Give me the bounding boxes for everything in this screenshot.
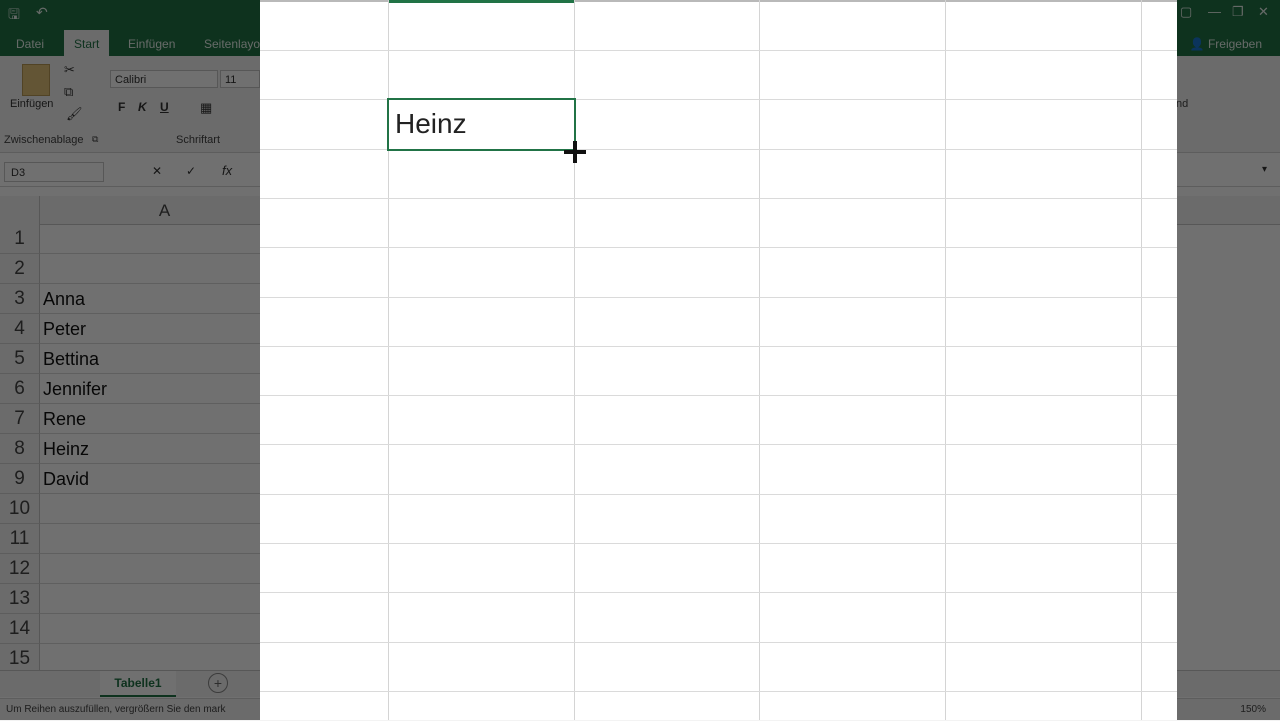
row-header[interactable]: 6	[0, 374, 40, 404]
zoom-row-line	[260, 494, 1177, 495]
zoom-row-line	[260, 346, 1177, 347]
cut-icon[interactable]: ✂	[64, 62, 75, 78]
zoom-row-line	[260, 543, 1177, 544]
user-icon: 👤	[1189, 37, 1205, 51]
ribbon-right-label: nd	[1176, 98, 1189, 110]
cell-a[interactable]: Bettina	[40, 344, 260, 374]
zoom-magnifier-panel: Heinz	[260, 0, 1177, 720]
share-label: Freigeben	[1207, 37, 1262, 51]
row-header[interactable]: 4	[0, 314, 40, 344]
cell-a[interactable]: Rene	[40, 404, 260, 434]
clipboard-icon	[22, 64, 50, 96]
row-header[interactable]: 1	[0, 224, 40, 254]
clipboard-group-label: Zwischenablage	[4, 134, 84, 146]
ribbon-display-icon[interactable]: ▢	[1180, 4, 1192, 20]
cell-a[interactable]: Peter	[40, 314, 260, 344]
cell-a[interactable]	[40, 584, 260, 614]
italic-button[interactable]: K	[138, 100, 147, 114]
cancel-entry-icon[interactable]: ✕	[152, 164, 162, 178]
cell-a[interactable]: Heinz	[40, 434, 260, 464]
zoom-column-selection-marker	[388, 0, 575, 3]
row-header[interactable]: 5	[0, 344, 40, 374]
row-header[interactable]: 11	[0, 524, 40, 554]
row-header[interactable]: 10	[0, 494, 40, 524]
zoom-row-line	[260, 592, 1177, 593]
cell-a[interactable]: David	[40, 464, 260, 494]
confirm-entry-icon[interactable]: ✓	[186, 164, 196, 178]
cell-a[interactable]	[40, 224, 260, 254]
select-all-corner[interactable]	[0, 196, 40, 224]
borders-icon[interactable]: ▦	[200, 100, 212, 116]
add-sheet-icon[interactable]: +	[208, 673, 228, 693]
minimize-icon[interactable]: —	[1208, 4, 1221, 19]
cell-a[interactable]	[40, 254, 260, 284]
zoom-row-line	[260, 247, 1177, 248]
row-header[interactable]: 8	[0, 434, 40, 464]
row-header[interactable]: 7	[0, 404, 40, 434]
row-header[interactable]: 12	[0, 554, 40, 584]
zoom-row-line	[260, 444, 1177, 445]
cell-a[interactable]	[40, 524, 260, 554]
sheet-tab[interactable]: Tabelle1	[100, 671, 176, 697]
zoom-row-line	[260, 395, 1177, 396]
column-header-a[interactable]: A	[40, 196, 290, 224]
tab-home[interactable]: Start	[64, 30, 110, 56]
save-icon[interactable]: 🖫	[8, 4, 20, 28]
format-painter-icon[interactable]: 🖌	[66, 106, 83, 122]
fill-handle-cursor-icon	[564, 141, 586, 163]
row-header[interactable]: 9	[0, 464, 40, 494]
font-size-select[interactable]: 11	[220, 70, 260, 88]
tab-page-layout[interactable]: Seitenlayo	[194, 30, 270, 56]
dialog-launcher-icon[interactable]: ⧉	[92, 134, 98, 145]
zoom-row-line	[260, 691, 1177, 692]
undo-icon[interactable]: ↶	[36, 4, 48, 21]
restore-icon[interactable]: ❐	[1232, 4, 1244, 20]
row-header[interactable]: 13	[0, 584, 40, 614]
zoom-level[interactable]: 150%	[1240, 699, 1266, 721]
zoom-gridline	[945, 0, 946, 720]
name-box[interactable]: D3	[4, 162, 104, 182]
zoom-gridline	[759, 0, 760, 720]
cell-a[interactable]	[40, 494, 260, 524]
zoom-row-line	[260, 198, 1177, 199]
row-header[interactable]: 3	[0, 284, 40, 314]
share-button[interactable]: 👤 Freigeben	[1190, 30, 1262, 56]
cell-a[interactable]: Anna	[40, 284, 260, 314]
cell-a[interactable]: Jennifer	[40, 374, 260, 404]
tab-insert[interactable]: Einfügen	[118, 30, 185, 56]
function-icon[interactable]: fx	[222, 163, 232, 178]
close-icon[interactable]: ✕	[1258, 4, 1269, 20]
paste-button[interactable]: Einfügen	[10, 98, 53, 110]
zoom-gridline	[1141, 0, 1142, 720]
zoom-row-line	[260, 297, 1177, 298]
copy-icon[interactable]: ⧉	[64, 84, 73, 100]
cell-a[interactable]	[40, 554, 260, 584]
row-header[interactable]: 14	[0, 614, 40, 644]
font-name-select[interactable]: Calibri	[110, 70, 218, 88]
bold-button[interactable]: F	[118, 100, 125, 114]
selected-cell-text: Heinz	[395, 108, 467, 139]
zoom-row-line	[260, 50, 1177, 51]
status-text: Um Reihen auszufüllen, vergrößern Sie de…	[6, 704, 226, 715]
underline-button[interactable]: U	[160, 100, 169, 114]
tab-file[interactable]: Datei	[6, 30, 54, 56]
zoom-row-line	[260, 642, 1177, 643]
chevron-down-icon[interactable]: ▾	[1262, 164, 1267, 175]
cell-a[interactable]	[40, 614, 260, 644]
row-header[interactable]: 2	[0, 254, 40, 284]
font-group-label: Schriftart	[176, 134, 221, 146]
